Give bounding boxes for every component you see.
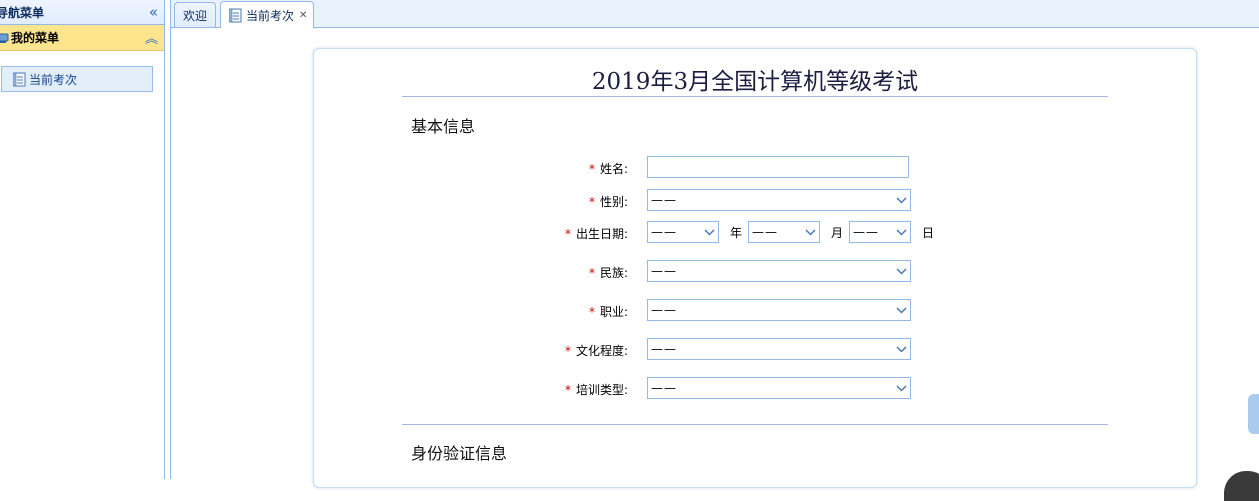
registration-form: 2019年3月全国计算机等级考试 基本信息 * 姓名: * 性别: —— * 出生日期… bbox=[313, 48, 1197, 488]
year-unit: 年 bbox=[730, 226, 743, 240]
section-title-basic: 基本信息 bbox=[411, 117, 476, 136]
field-label: * 培训类型: bbox=[565, 381, 628, 398]
chevron-down-icon[interactable] bbox=[893, 339, 910, 359]
required-mark: * bbox=[588, 305, 595, 319]
field-label: * 姓名: bbox=[589, 160, 628, 177]
field-label: * 出生日期: bbox=[565, 225, 628, 242]
menu-group-label: 我的菜单 bbox=[11, 31, 60, 45]
select-value: —— bbox=[853, 225, 879, 239]
required-mark: * bbox=[564, 383, 571, 397]
select-value: —— bbox=[651, 193, 677, 207]
section-divider bbox=[402, 424, 1108, 425]
select-value: —— bbox=[651, 342, 677, 356]
required-mark: * bbox=[588, 162, 595, 176]
nav-header: 导航菜单 « bbox=[0, 0, 164, 25]
education-select[interactable]: —— bbox=[647, 338, 911, 360]
ethnicity-label: 民族: bbox=[599, 266, 628, 280]
floating-widget[interactable] bbox=[1224, 471, 1259, 501]
chevron-down-icon[interactable] bbox=[701, 222, 718, 242]
birth-label: 出生日期: bbox=[575, 227, 628, 241]
form-row-name: * 姓名: bbox=[314, 156, 1198, 180]
month-unit: 月 bbox=[831, 226, 844, 240]
title-divider bbox=[402, 96, 1108, 97]
required-mark: * bbox=[588, 195, 595, 209]
tab-label: 欢迎 bbox=[183, 8, 208, 23]
page-title: 2019年3月全国计算机等级考试 bbox=[591, 69, 919, 95]
birth-month-select[interactable]: —— bbox=[748, 221, 820, 243]
document-icon bbox=[13, 72, 26, 86]
occupation-label: 职业: bbox=[599, 305, 628, 319]
tab-welcome[interactable]: 欢迎 bbox=[174, 2, 217, 27]
required-mark: * bbox=[564, 344, 571, 358]
field-label: * 职业: bbox=[589, 303, 628, 320]
chevron-down-icon[interactable] bbox=[893, 300, 910, 320]
menu-group-header[interactable]: 我的菜单 ︽ bbox=[0, 25, 164, 51]
close-icon[interactable]: ✕ bbox=[299, 10, 307, 21]
select-value: —— bbox=[752, 225, 778, 239]
training-select[interactable]: —— bbox=[647, 377, 911, 399]
required-mark: * bbox=[564, 227, 571, 241]
tab-current-exam[interactable]: 当前考次 ✕ bbox=[220, 1, 315, 28]
document-icon bbox=[229, 8, 242, 22]
select-value: —— bbox=[651, 381, 677, 395]
section-title-identity: 身份验证信息 bbox=[411, 444, 508, 463]
chevron-down-icon[interactable] bbox=[893, 222, 910, 242]
name-input[interactable] bbox=[647, 156, 909, 178]
education-label: 文化程度: bbox=[575, 344, 628, 358]
day-unit: 日 bbox=[922, 226, 935, 240]
menu-group-title-wrap: 我的菜单 bbox=[0, 29, 59, 46]
nav-title: 导航菜单 bbox=[0, 5, 45, 20]
field-label: * 民族: bbox=[589, 264, 628, 281]
navigation-panel: 导航菜单 « 我的菜单 ︽ 当前考次 bbox=[0, 0, 165, 479]
form-row-birth: * 出生日期: —— 年 —— 月 —— 日 bbox=[314, 221, 1198, 245]
gender-select[interactable]: —— bbox=[647, 189, 911, 211]
main-area: 欢迎 当前考次 ✕ 2019年3月全国计算机等级考试 基本信息 * 姓名: * … bbox=[170, 0, 1259, 501]
chevron-up-icon[interactable]: ︽ bbox=[145, 28, 158, 47]
sidebar-item-current-exam[interactable]: 当前考次 bbox=[1, 66, 153, 92]
collapse-left-icon[interactable]: « bbox=[149, 4, 158, 20]
select-value: —— bbox=[651, 264, 677, 278]
form-row-occupation: * 职业: —— bbox=[314, 299, 1198, 323]
form-row-education: * 文化程度: —— bbox=[314, 338, 1198, 362]
form-row-gender: * 性别: —— bbox=[314, 189, 1198, 213]
required-mark: * bbox=[588, 266, 595, 280]
form-row-training: * 培训类型: —— bbox=[314, 377, 1198, 401]
tab-strip: 欢迎 当前考次 ✕ bbox=[171, 0, 1259, 28]
name-label: 姓名: bbox=[599, 162, 628, 176]
birth-year-select[interactable]: —— bbox=[647, 221, 719, 243]
tab-label: 当前考次 bbox=[246, 8, 295, 23]
chevron-down-icon[interactable] bbox=[893, 190, 910, 210]
menu-group-icon bbox=[0, 33, 9, 43]
training-label: 培训类型: bbox=[575, 383, 628, 397]
form-row-ethnicity: * 民族: —— bbox=[314, 260, 1198, 284]
chevron-down-icon[interactable] bbox=[893, 261, 910, 281]
field-label: * 文化程度: bbox=[565, 342, 628, 359]
occupation-select[interactable]: —— bbox=[647, 299, 911, 321]
select-value: —— bbox=[651, 225, 677, 239]
chevron-down-icon[interactable] bbox=[802, 222, 819, 242]
chevron-down-icon[interactable] bbox=[893, 378, 910, 398]
field-label: * 性别: bbox=[589, 193, 628, 210]
birth-day-select[interactable]: —— bbox=[849, 221, 911, 243]
side-handle[interactable] bbox=[1248, 394, 1259, 434]
select-value: —— bbox=[651, 303, 677, 317]
tab-content: 2019年3月全国计算机等级考试 基本信息 * 姓名: * 性别: —— * 出生日期… bbox=[171, 28, 1259, 501]
ethnicity-select[interactable]: —— bbox=[647, 260, 911, 282]
sidebar-item-label: 当前考次 bbox=[29, 72, 78, 87]
gender-label: 性别: bbox=[599, 195, 628, 209]
